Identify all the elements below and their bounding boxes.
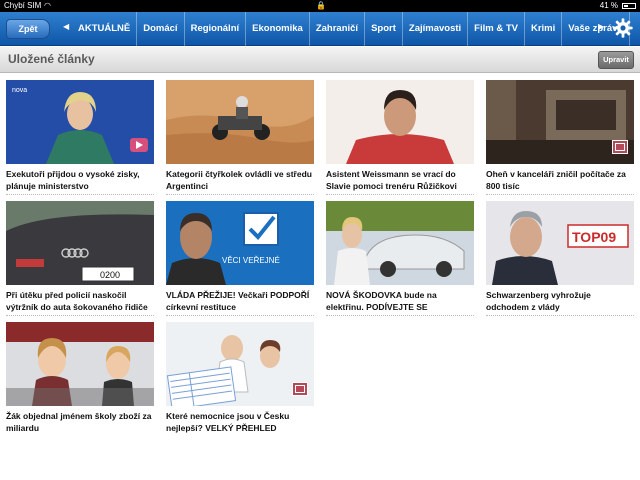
battery-percent: 41 % bbox=[599, 1, 618, 10]
article-title: Schwarzenberg vyhrožuje odchodem z vlády bbox=[486, 290, 591, 312]
page-title: Uložené články bbox=[8, 52, 95, 66]
tab-regionalni[interactable]: Regionální bbox=[183, 12, 246, 46]
video-icon bbox=[130, 138, 148, 152]
article-title: Exekutoři přijdou o vysoké zisky, plánuj… bbox=[6, 169, 140, 191]
article-thumbnail bbox=[6, 322, 154, 406]
category-tabs: AKTUÁLNĚ Domácí Regionální Ekonomika Zah… bbox=[72, 12, 630, 46]
carrier-label: Chybí SIM bbox=[4, 1, 42, 10]
divider bbox=[166, 194, 314, 195]
article-title: Oheň v kanceláři zničil počítače za 800 … bbox=[486, 169, 626, 191]
article-title: NOVÁ ŠKODOVKA bude na elektřinu. PODÍVEJ… bbox=[326, 290, 437, 312]
tab-sport[interactable]: Sport bbox=[364, 12, 402, 46]
tab-ekonomika[interactable]: Ekonomika bbox=[245, 12, 309, 46]
nova-logo: nova bbox=[12, 87, 27, 94]
car-plate-text: 0200 bbox=[100, 270, 120, 280]
back-button[interactable]: Zpět bbox=[6, 19, 50, 39]
section-header: Uložené články Upravit bbox=[0, 47, 640, 73]
divider bbox=[326, 315, 474, 316]
article-title: Asistent Weissmann se vrací do Slavie po… bbox=[326, 169, 457, 191]
article-title: Při útěku před policií naskočil výtržník… bbox=[6, 290, 148, 312]
wifi-icon: ◠ bbox=[44, 1, 51, 10]
divider bbox=[326, 194, 474, 195]
lock-icon: 🔒 bbox=[316, 1, 326, 10]
article-thumbnail: 0200 bbox=[6, 201, 154, 285]
tab-film-tv[interactable]: Film & TV bbox=[467, 12, 524, 46]
divider bbox=[6, 315, 154, 316]
article-thumbnail bbox=[166, 80, 314, 164]
article-title: Kategorii čtyřkolek ovládli ve středu Ar… bbox=[166, 169, 312, 191]
battery-icon bbox=[622, 3, 636, 9]
tabs-scroll-left-icon[interactable]: ◀ bbox=[63, 22, 69, 31]
tab-zahranici[interactable]: Zahraničí bbox=[308, 12, 364, 46]
divider bbox=[166, 315, 314, 316]
gallery-icon bbox=[612, 140, 628, 154]
tabs-scroll-right-icon[interactable]: ▶ bbox=[598, 22, 604, 31]
gear-icon[interactable] bbox=[612, 17, 634, 39]
status-bar: Chybí SIM ◠ 🔒 41 % bbox=[0, 0, 640, 12]
article-thumbnail: VĚCI VEŘEJNÉ bbox=[166, 201, 314, 285]
tab-domaci[interactable]: Domácí bbox=[136, 12, 183, 46]
tab-aktualne[interactable]: AKTUÁLNĚ bbox=[72, 12, 136, 46]
top-nav: Zpět ◀ AKTUÁLNĚ Domácí Regionální Ekonom… bbox=[0, 12, 640, 46]
edit-button[interactable]: Upravit bbox=[598, 51, 634, 69]
top09-logo-text: TOP09 bbox=[572, 229, 616, 245]
campaign-banner-text: VĚCI VEŘEJNÉ bbox=[222, 256, 280, 265]
article-title: Které nemocnice jsou v Česku nejlepší? V… bbox=[166, 411, 290, 433]
tab-krimi[interactable]: Krimi bbox=[523, 12, 561, 46]
article-thumbnail bbox=[326, 80, 474, 164]
article-title: Žák objednal jménem školy zboží za milia… bbox=[6, 411, 152, 433]
article-thumbnail: TOP09 bbox=[486, 201, 634, 285]
divider bbox=[6, 194, 154, 195]
divider bbox=[486, 315, 634, 316]
tab-zajimavosti[interactable]: Zajímavosti bbox=[401, 12, 467, 46]
article-title: VLÁDA PŘEŽIJE! Večkaři PODPOŘÍ církevní … bbox=[166, 290, 310, 312]
divider bbox=[486, 194, 634, 195]
gallery-icon bbox=[292, 382, 308, 396]
article-thumbnail bbox=[326, 201, 474, 285]
